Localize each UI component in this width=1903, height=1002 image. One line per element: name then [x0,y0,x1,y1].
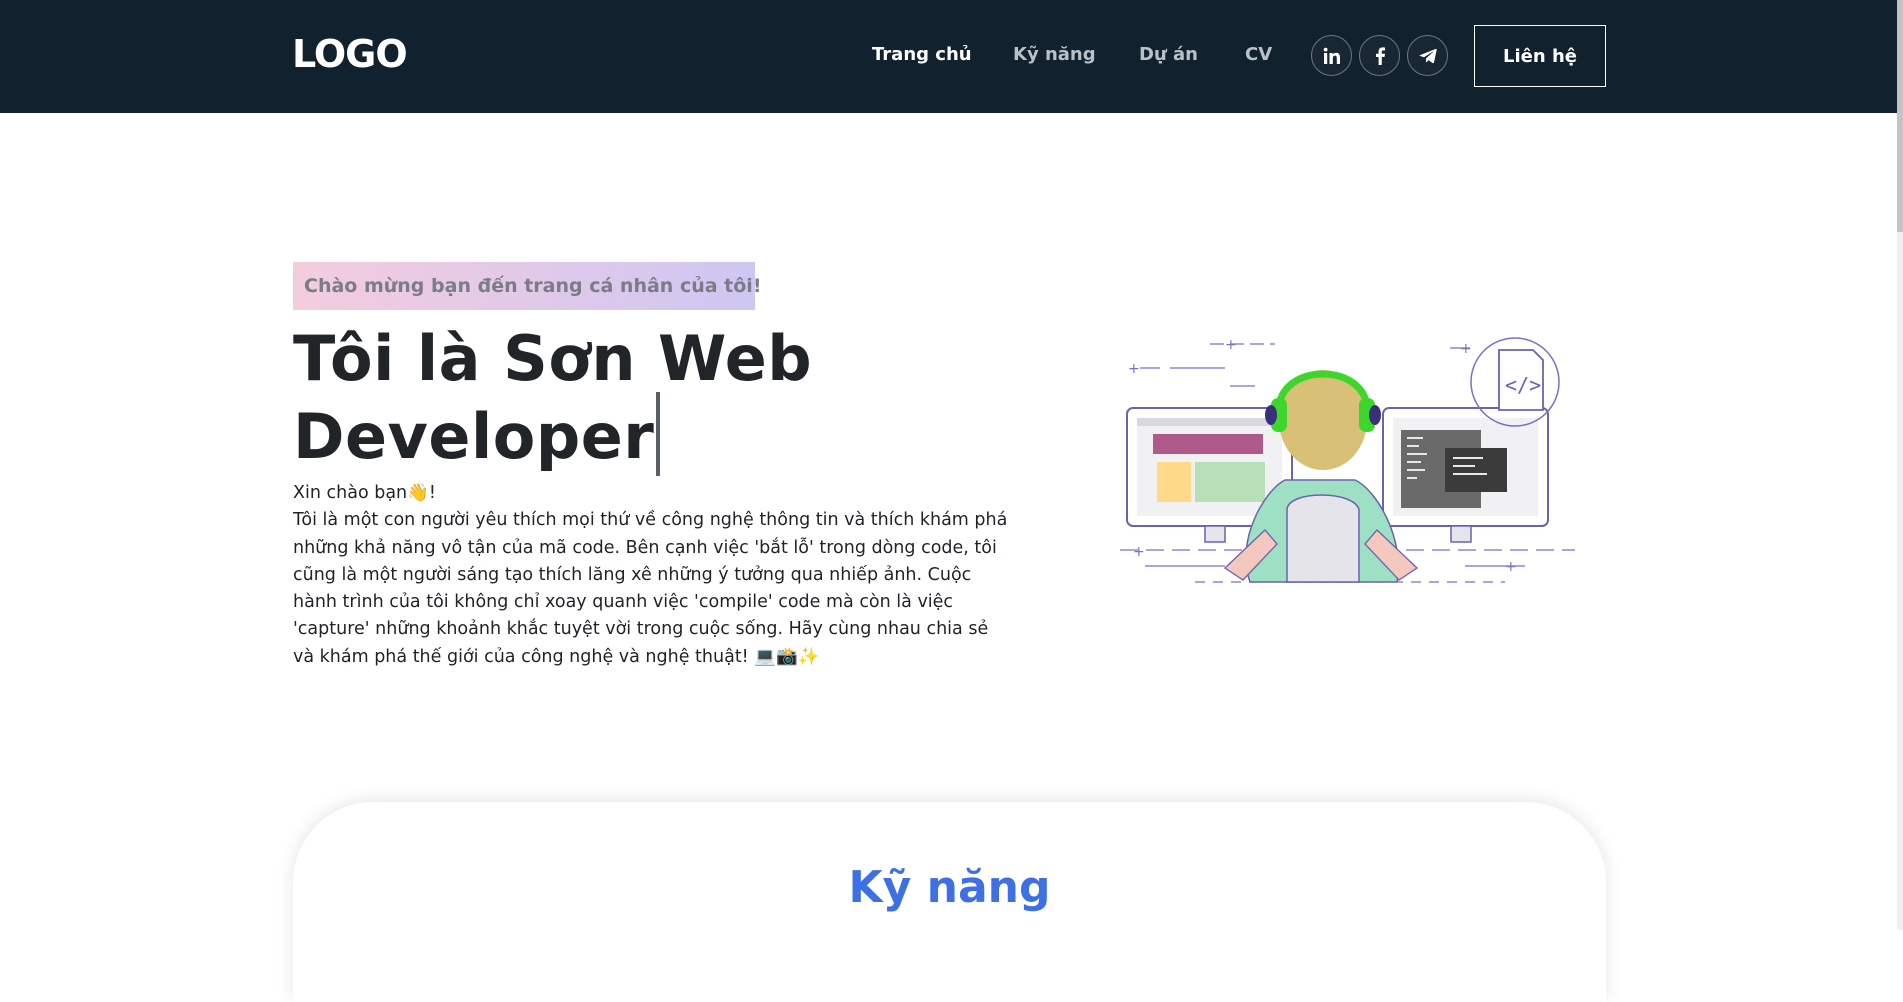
telegram-button[interactable] [1407,35,1448,76]
svg-text:+: + [1460,341,1472,357]
linkedin-icon [1323,47,1340,64]
facebook-icon [1375,46,1385,65]
skills-title: Kỹ năng [848,862,1051,913]
nav-link-home[interactable]: Trang chủ [872,44,972,65]
headline-line-1: Tôi là Sơn Web [293,322,813,395]
nav-link-skills[interactable]: Kỹ năng [1013,44,1096,65]
facebook-button[interactable] [1359,35,1400,76]
bio-paragraph: Tôi là một con người yêu thích mọi thứ v… [293,510,1008,667]
typing-caret [656,392,661,476]
navbar: LOGO Trang chủ Kỹ năng Dự án CV Liên hệ [0,0,1897,113]
svg-text:+: + [1128,361,1140,377]
svg-text:</>: </> [1505,373,1541,397]
greeting: Xin chào bạn👋! [293,483,436,503]
intro-text: Xin chào bạn👋! Tôi là một con người yêu … [293,480,1013,671]
developer-illustration: + + + + + </> [1120,337,1575,583]
headline-line-2: Developer [293,400,655,473]
linkedin-button[interactable] [1311,35,1352,76]
hero-headline: Tôi là Sơn Web Developer [293,326,853,476]
svg-text:+: + [1225,337,1237,353]
skills-section: Kỹ năng [293,802,1606,1002]
telegram-icon [1419,48,1437,63]
welcome-tagline: Chào mừng bạn đến trang cá nhân của tôi! [293,262,761,310]
nav-link-cv[interactable]: CV [1245,44,1272,65]
contact-button[interactable]: Liên hệ [1474,25,1606,87]
logo[interactable]: LOGO [292,32,408,76]
page-scrollbar[interactable] [1897,0,1903,930]
nav-link-projects[interactable]: Dự án [1139,44,1198,65]
svg-text:+: + [1133,544,1145,560]
svg-text:+: + [1505,559,1517,575]
scrollbar-thumb[interactable] [1897,0,1903,232]
